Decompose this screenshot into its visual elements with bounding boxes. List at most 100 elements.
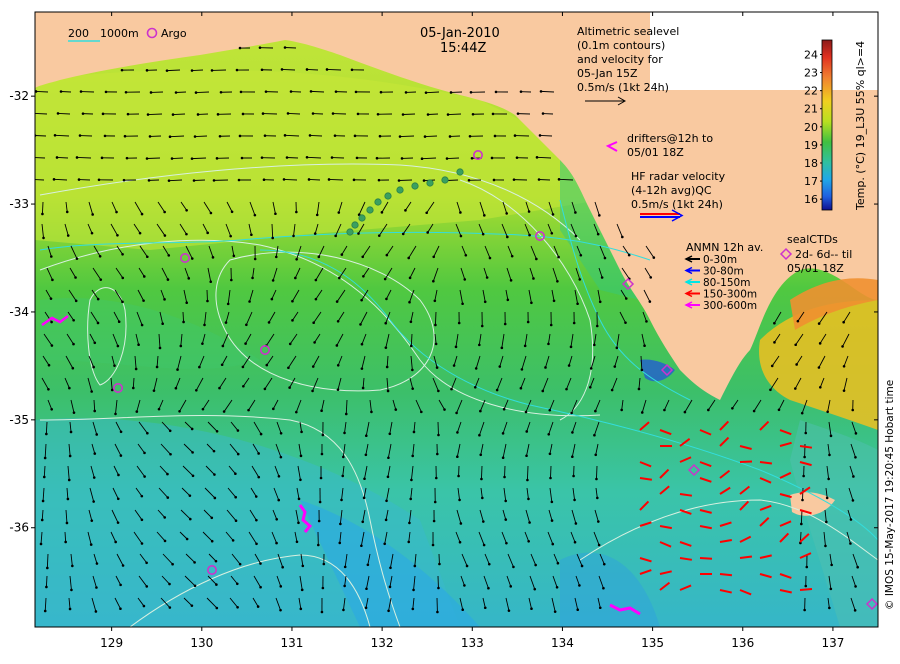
velocity-arrowhead bbox=[842, 321, 845, 324]
velocity-arrowhead bbox=[435, 477, 438, 480]
velocity-arrowhead bbox=[394, 408, 397, 411]
map-time: 15:44Z bbox=[440, 41, 486, 56]
velocity-arrowhead bbox=[459, 541, 462, 544]
velocity-arrow bbox=[311, 91, 324, 92]
velocity-arrowhead bbox=[571, 431, 574, 434]
velocity-arrowhead bbox=[604, 257, 607, 260]
velocity-arrowhead bbox=[481, 497, 484, 500]
velocity-arrowhead bbox=[91, 232, 94, 235]
velocity-arrowhead bbox=[426, 231, 429, 234]
velocity-arrowhead bbox=[570, 412, 573, 415]
velocity-arrowhead bbox=[613, 365, 616, 368]
velocity-arrowhead bbox=[295, 411, 298, 414]
velocity-arrowhead bbox=[288, 386, 291, 389]
velocity-arrowhead bbox=[93, 452, 96, 455]
velocity-arrowhead bbox=[573, 499, 576, 502]
velocity-arrowhead bbox=[132, 387, 135, 390]
velocity-arrowhead bbox=[556, 586, 559, 589]
velocity-arrowhead bbox=[119, 607, 122, 610]
velocity-arrow bbox=[541, 91, 554, 92]
velocity-arrowhead bbox=[361, 343, 364, 346]
velocity-arrowhead bbox=[535, 258, 538, 261]
velocity-arrowhead bbox=[251, 277, 254, 280]
velocity-arrowhead bbox=[503, 476, 506, 479]
velocity-arrowhead bbox=[137, 343, 140, 346]
velocity-arrowhead bbox=[494, 135, 497, 138]
velocity-arrowhead bbox=[410, 479, 413, 482]
velocity-arrowhead bbox=[242, 113, 245, 116]
velocity-arrowhead bbox=[557, 256, 560, 259]
velocity-arrowhead bbox=[753, 410, 756, 413]
velocity-arrow bbox=[173, 114, 185, 115]
velocity-arrowhead bbox=[356, 157, 359, 160]
velocity-arrowhead bbox=[357, 113, 360, 116]
velocity-arrowhead bbox=[482, 520, 485, 523]
velocity-arrowhead bbox=[50, 408, 53, 411]
velocity-arrowhead bbox=[193, 179, 196, 182]
velocity-arrowhead bbox=[197, 113, 200, 116]
velocity-arrowhead bbox=[795, 363, 798, 366]
velocity-arrowhead bbox=[855, 432, 858, 435]
velocity-arrowhead bbox=[554, 610, 557, 613]
velocity-arrowhead bbox=[525, 430, 528, 433]
velocity-arrowhead bbox=[852, 475, 855, 478]
velocity-arrowhead bbox=[287, 366, 290, 369]
velocity-arrowhead bbox=[189, 494, 192, 497]
velocity-arrowhead bbox=[568, 364, 571, 367]
velocity-arrowhead bbox=[117, 345, 120, 348]
velocity-arrowhead bbox=[119, 584, 122, 587]
velocity-arrow bbox=[194, 180, 205, 181]
velocity-arrowhead bbox=[231, 210, 234, 213]
velocity-arrowhead bbox=[310, 90, 313, 93]
velocity-arrowhead bbox=[410, 345, 413, 348]
velocity-arrowhead bbox=[239, 563, 242, 566]
velocity-arrowhead bbox=[80, 90, 83, 93]
velocity-arrowhead bbox=[578, 584, 581, 587]
altimetric-line-4: 05-Jan 15Z bbox=[577, 67, 638, 80]
velocity-arrowhead bbox=[411, 455, 414, 458]
velocity-arrowhead bbox=[611, 389, 614, 392]
velocity-arrowhead bbox=[427, 113, 430, 116]
velocity-arrowhead bbox=[589, 386, 592, 389]
hf-radar-arrow bbox=[720, 574, 732, 575]
velocity-arrowhead bbox=[408, 301, 411, 304]
velocity-arrowhead bbox=[470, 91, 473, 94]
anmn-item-label: 300-600m bbox=[703, 300, 757, 312]
velocity-arrowhead bbox=[468, 179, 471, 182]
velocity-arrowhead bbox=[536, 156, 539, 159]
velocity-arrowhead bbox=[459, 211, 462, 214]
velocity-arrowhead bbox=[255, 495, 258, 498]
velocity-arrowhead bbox=[180, 345, 183, 348]
velocity-arrowhead bbox=[573, 322, 576, 325]
velocity-arrow bbox=[36, 91, 48, 92]
velocity-arrowhead bbox=[150, 91, 153, 94]
velocity-arrowhead bbox=[769, 388, 772, 391]
velocity-arrowhead bbox=[121, 253, 124, 256]
velocity-arrowhead bbox=[318, 520, 321, 523]
annotation-box-bg bbox=[650, 12, 878, 90]
velocity-arrowhead bbox=[357, 232, 360, 235]
velocity-arrowhead bbox=[450, 388, 453, 391]
velocity-arrowhead bbox=[461, 302, 464, 305]
velocity-arrowhead bbox=[255, 543, 258, 546]
velocity-arrowhead bbox=[341, 253, 344, 256]
velocity-arrowhead bbox=[526, 479, 529, 482]
velocity-arrowhead bbox=[520, 90, 523, 93]
velocity-arrowhead bbox=[520, 387, 523, 390]
velocity-arrowhead bbox=[281, 566, 284, 569]
velocity-arrowhead bbox=[114, 413, 117, 416]
velocity-arrowhead bbox=[277, 499, 280, 502]
velocity-arrow bbox=[309, 179, 320, 180]
velocity-arrowhead bbox=[830, 435, 833, 438]
velocity-arrowhead bbox=[57, 112, 60, 115]
velocity-arrowhead bbox=[407, 541, 410, 544]
velocity-arrowhead bbox=[239, 47, 242, 50]
velocity-arrowhead bbox=[436, 366, 439, 369]
velocity-arrowhead bbox=[70, 431, 73, 434]
velocity-arrowhead bbox=[42, 500, 45, 503]
drifter-position bbox=[397, 187, 403, 193]
velocity-arrowhead bbox=[265, 90, 268, 93]
velocity-arrowhead bbox=[461, 608, 464, 611]
velocity-arrowhead bbox=[97, 322, 100, 325]
velocity-arrowhead bbox=[192, 474, 195, 477]
